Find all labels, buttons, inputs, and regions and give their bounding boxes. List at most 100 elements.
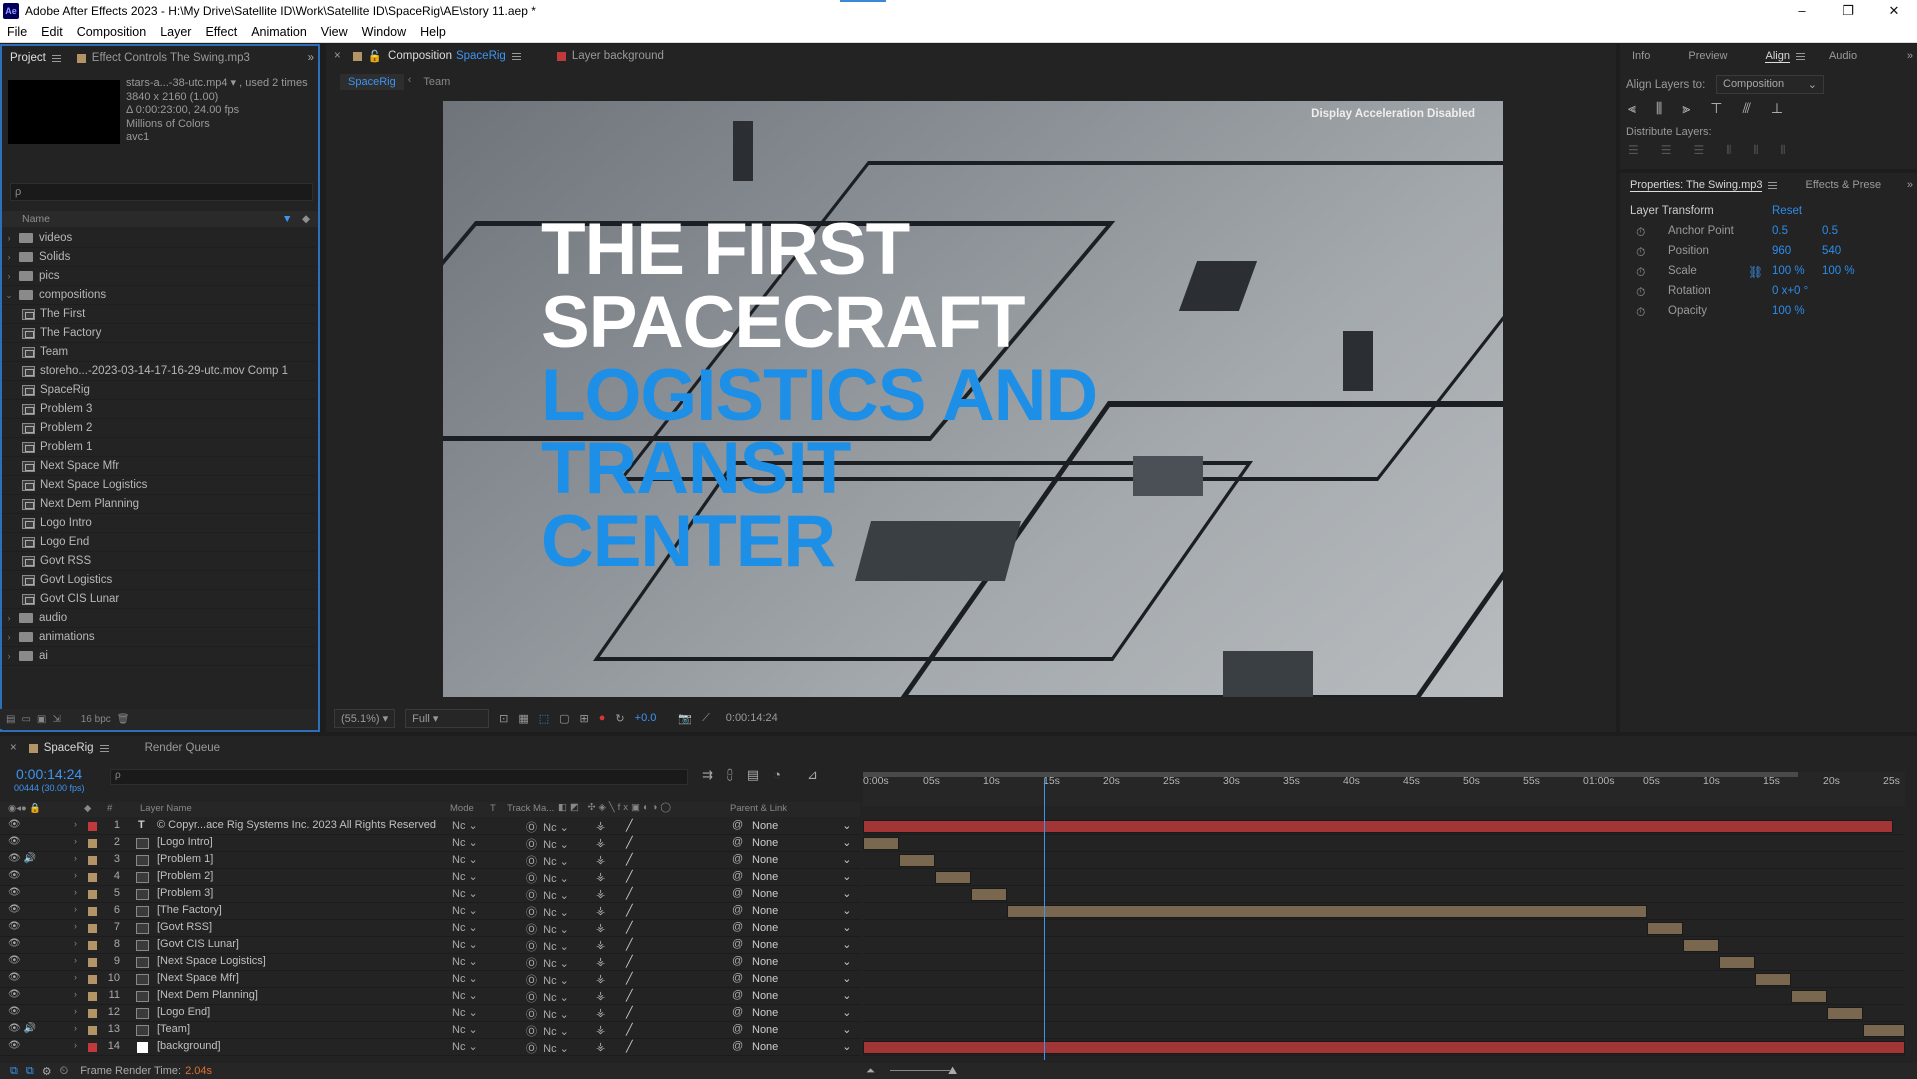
stopwatch-icon[interactable]: ⏱: [1636, 285, 1645, 300]
project-folder[interactable]: › ai: [2, 647, 315, 666]
track-matte-dropdown[interactable]: Ⓞ Nc ⌄: [526, 1006, 569, 1022]
quality-switch-icon[interactable]: ╱: [626, 870, 633, 883]
shy-switch-icon[interactable]: ⚶: [596, 955, 605, 968]
mode-dropdown[interactable]: Nc ⌄: [452, 989, 478, 1002]
mode-dropdown[interactable]: Nc ⌄: [452, 870, 478, 883]
frame-blending-icon[interactable]: ▤: [747, 767, 759, 783]
mode-dropdown[interactable]: Nc ⌄: [452, 853, 478, 866]
toggle-render-time-icon[interactable]: ⏲: [60, 1065, 69, 1078]
menu-window[interactable]: Window: [355, 25, 413, 39]
exposure-value[interactable]: +0.0: [635, 712, 657, 724]
layer-duration-bar[interactable]: [1791, 990, 1827, 1003]
align-right-icon[interactable]: ⫸: [1682, 100, 1690, 117]
panel-overflow-icon[interactable]: »: [1907, 50, 1913, 62]
label-color-swatch[interactable]: [88, 975, 97, 984]
track-matte-dropdown[interactable]: Ⓞ Nc ⌄: [526, 870, 569, 886]
distribute-right-icon[interactable]: ⫴: [1780, 143, 1785, 158]
expand-icon[interactable]: ›: [74, 955, 77, 965]
parent-dropdown[interactable]: None ⌄: [752, 921, 852, 934]
layer-row[interactable]: 👁 › 12 [Logo End] Nc ⌄ Ⓞ Nc ⌄ ⚶ ╱ @ None ⌄: [0, 1005, 860, 1022]
mode-dropdown[interactable]: Nc ⌄: [452, 887, 478, 900]
expand-icon[interactable]: ›: [74, 989, 77, 999]
expand-icon[interactable]: ›: [2, 229, 16, 248]
mode-dropdown[interactable]: Nc ⌄: [452, 904, 478, 917]
menu-effect[interactable]: Effect: [198, 25, 244, 39]
layer-name[interactable]: [Logo End]: [157, 1006, 210, 1018]
t-header[interactable]: T: [490, 803, 496, 814]
shy-switch-icon[interactable]: ⚶: [596, 836, 605, 849]
layer-duration-bar[interactable]: [863, 837, 899, 850]
parent-dropdown[interactable]: None ⌄: [752, 887, 852, 900]
layer-duration-bar[interactable]: [1683, 939, 1719, 952]
align-bottom-icon[interactable]: ⊥: [1771, 100, 1783, 117]
project-comp[interactable]: Problem 1: [2, 438, 315, 457]
project-comp[interactable]: storeho...-2023-03-14-17-16-29-utc.mov C…: [2, 362, 315, 381]
label-color-swatch[interactable]: [88, 992, 97, 1001]
zoom-slider[interactable]: [890, 1070, 950, 1071]
visibility-eye-icon[interactable]: 👁: [8, 938, 21, 949]
layer-name[interactable]: © Copyr...ace Rig Systems Inc. 2023 All …: [157, 819, 436, 831]
color-channel-icon[interactable]: ●: [599, 712, 606, 724]
tab-preview[interactable]: Preview: [1680, 44, 1735, 68]
menu-file[interactable]: File: [0, 25, 34, 39]
parent-dropdown[interactable]: None ⌄: [752, 1040, 852, 1053]
tab-audio[interactable]: Audio: [1821, 44, 1865, 68]
timeline-current-time[interactable]: 0:00:14:24: [16, 766, 82, 782]
mode-dropdown[interactable]: Nc ⌄: [452, 836, 478, 849]
label-color-swatch[interactable]: [88, 924, 97, 933]
align-top-icon[interactable]: ⊤: [1710, 100, 1722, 117]
reset-exposure-icon[interactable]: ↻: [615, 712, 624, 725]
layer-name[interactable]: [Problem 2]: [157, 870, 213, 882]
tab-effects-presets[interactable]: Effects & Prese: [1797, 173, 1889, 197]
layer-row[interactable]: 👁 › 10 [Next Space Mfr] Nc ⌄ Ⓞ Nc ⌄ ⚶ ╱ @ None ⌄: [0, 971, 860, 988]
layer-name[interactable]: [The Factory]: [157, 904, 222, 916]
layer-row[interactable]: 👁 › 7 [Govt RSS] Nc ⌄ Ⓞ Nc ⌄ ⚶ ╱ @ None ⌄: [0, 920, 860, 937]
current-time-indicator[interactable]: [1044, 778, 1045, 1060]
expand-icon[interactable]: ›: [74, 1006, 77, 1016]
expand-icon[interactable]: ›: [74, 1023, 77, 1033]
zoom-out-icon[interactable]: ⏶: [866, 1065, 875, 1078]
visibility-eye-icon[interactable]: 👁: [8, 1006, 21, 1017]
label-tag-icon[interactable]: ◆: [302, 211, 310, 227]
expand-icon[interactable]: ›: [74, 870, 77, 880]
menu-view[interactable]: View: [314, 25, 355, 39]
distribute-hcenter-icon[interactable]: ⫴: [1753, 143, 1758, 158]
quality-switch-icon[interactable]: ╱: [626, 836, 633, 849]
pick-whip-icon[interactable]: @: [732, 887, 743, 899]
project-comp[interactable]: Problem 3: [2, 400, 315, 419]
quality-switch-icon[interactable]: ╱: [626, 819, 633, 832]
layer-row[interactable]: 👁 › 2 [Logo Intro] Nc ⌄ Ⓞ Nc ⌄ ⚶ ╱ @ None ⌄: [0, 835, 860, 852]
layer-duration-bar[interactable]: [863, 1041, 1905, 1054]
tab-effect-controls[interactable]: Effect Controls The Swing.mp3: [69, 46, 258, 70]
close-button[interactable]: ✕: [1871, 0, 1917, 22]
layer-row[interactable]: 👁 › 5 [Problem 3] Nc ⌄ Ⓞ Nc ⌄ ⚶ ╱ @ None ⌄: [0, 886, 860, 903]
quality-switch-icon[interactable]: ╱: [626, 938, 633, 951]
label-color-swatch[interactable]: [88, 907, 97, 916]
pick-whip-icon[interactable]: @: [732, 1023, 743, 1035]
layer-row[interactable]: 👁 › 11 [Next Dem Planning] Nc ⌄ Ⓞ Nc ⌄ ⚶ ╱ @ None…: [0, 988, 860, 1005]
quality-switch-icon[interactable]: ╱: [626, 972, 633, 985]
current-time[interactable]: 0:00:14:24: [726, 712, 778, 724]
pick-whip-icon[interactable]: @: [732, 1006, 743, 1018]
label-color-swatch[interactable]: [88, 873, 97, 882]
align-vcenter-icon[interactable]: ⫻: [1742, 100, 1750, 117]
quality-switch-icon[interactable]: ╱: [626, 989, 633, 1002]
draft-3d-icon[interactable]: ⩉: [727, 767, 733, 783]
parent-dropdown[interactable]: None ⌄: [752, 836, 852, 849]
expand-icon[interactable]: ›: [74, 904, 77, 914]
layer-name[interactable]: [Team]: [157, 1023, 190, 1035]
pick-whip-icon[interactable]: @: [732, 972, 743, 984]
shy-switch-icon[interactable]: ⚶: [596, 1040, 605, 1053]
stopwatch-icon[interactable]: ⏱: [1636, 245, 1645, 260]
track-matte-dropdown[interactable]: Ⓞ Nc ⌄: [526, 1040, 569, 1056]
layer-duration-bar[interactable]: [1827, 1007, 1863, 1020]
region-of-interest-icon[interactable]: ▢: [559, 712, 569, 725]
label-color-swatch[interactable]: [88, 1043, 97, 1052]
label-color-swatch[interactable]: [88, 958, 97, 967]
label-color-swatch[interactable]: [88, 856, 97, 865]
layer-name-header[interactable]: Layer Name: [140, 803, 192, 814]
mode-dropdown[interactable]: Nc ⌄: [452, 1040, 478, 1053]
label-color-swatch[interactable]: [88, 941, 97, 950]
toggle-in-out-icon[interactable]: ⚙: [42, 1065, 52, 1078]
menu-help[interactable]: Help: [413, 25, 453, 39]
